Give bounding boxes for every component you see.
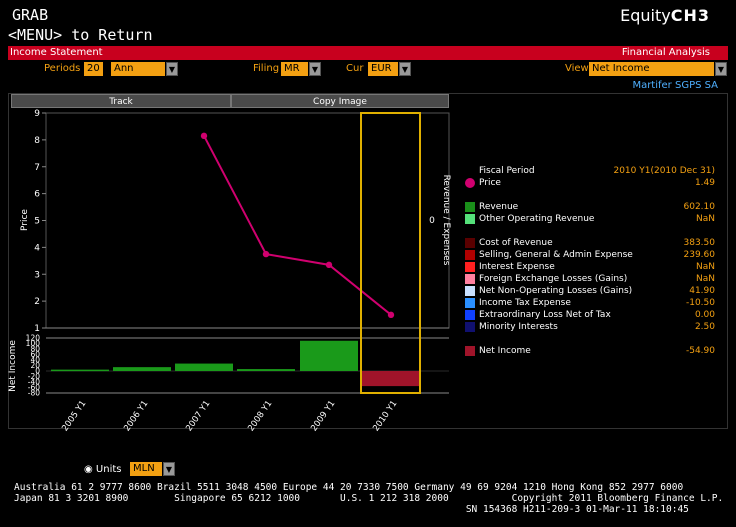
fiscal-period-label: Fiscal Period [479,166,535,176]
legend-swatch-icon [465,274,475,284]
legend-item: Other Operating Revenue NaN [465,213,715,225]
price-point[interactable] [200,132,208,140]
price-tick-label: 1 [34,324,40,334]
legend-item: Cost of Revenue 383.50 [465,237,715,249]
units-dropdown-icon[interactable]: ▼ [163,462,175,476]
x-axis-label: 2010 Y1 [371,399,399,433]
legend-item: Net Income -54.90 [465,345,715,357]
legend-item-name: Foreign Exchange Losses (Gains) [479,274,628,284]
legend-item-value: 0.00 [694,310,715,320]
units-select[interactable]: MLN [130,462,162,476]
legend-item-name: Income Tax Expense [479,298,571,308]
price-tick-label: 7 [34,163,40,173]
net-income-bar[interactable] [362,371,420,387]
price-axis-label: Price [20,209,30,231]
legend-item: Foreign Exchange Losses (Gains) NaN [465,273,715,285]
legend-item-value: 2.50 [694,322,715,332]
legend-swatch-icon [465,214,475,224]
legend-swatch-icon [465,310,475,320]
legend-swatch-icon [465,286,475,296]
legend-item-value: -54.90 [685,346,715,356]
legend-swatch-icon [465,298,475,308]
price-tick-label: 4 [34,243,40,253]
net-income-bar[interactable] [237,369,295,371]
revenue-expenses-axis-label: Revenue / Expenses [441,175,451,266]
legend-item-name: Selling, General & Admin Expense [479,250,633,260]
net-income-bar[interactable] [113,367,171,371]
legend-item-name: Minority Interests [479,322,558,332]
units-control: ◉ Units [84,464,122,475]
legend-dot-icon [465,178,475,188]
net-income-bar[interactable] [175,363,233,371]
x-axis-label: 2006 Y1 [122,399,150,433]
legend-item-value: 239.60 [683,250,716,260]
legend-item-value: NaN [696,214,715,224]
legend-swatch-icon [465,238,475,248]
x-axis-label: 2009 Y1 [309,399,337,433]
legend-item-value: 383.50 [683,238,716,248]
legend-item: Minority Interests 2.50 [465,321,715,333]
net-income-axis-label: Net Income [8,340,18,392]
legend-item-name: Price [479,178,501,188]
legend-swatch-icon [465,250,475,260]
units-label: Units [95,464,122,475]
price-tick-label: 6 [34,190,40,200]
legend-item-value: 1.49 [694,178,715,188]
footer: Australia 61 2 9777 8600 Brazil 5511 304… [14,482,723,515]
legend-fiscal-period: Fiscal Period 2010 Y1(2010 Dec 31) [465,165,715,177]
legend-item: Interest Expense NaN [465,261,715,273]
legend-item-name: Interest Expense [479,262,555,272]
legend-item: Net Non-Operating Losses (Gains) 41.90 [465,285,715,297]
x-axis-label: 2008 Y1 [246,399,274,433]
legend-item-value: NaN [696,262,715,272]
price-line [203,135,392,316]
legend-swatch-icon [465,322,475,332]
footer-contacts-line2: Japan 81 3 3201 8900 Singapore 65 6212 1… [14,493,724,504]
legend-swatch-icon [465,202,475,212]
footer-contacts-line1: Australia 61 2 9777 8600 Brazil 5511 304… [14,482,684,493]
legend-item-value: -10.50 [685,298,715,308]
price-point[interactable] [387,311,395,319]
revenue-expenses-zero-label: 0 [429,216,435,226]
net-income-bar[interactable] [300,340,358,371]
legend-item-name: Cost of Revenue [479,238,553,248]
price-point[interactable] [262,250,270,258]
units-radio-icon[interactable]: ◉ [84,464,93,475]
legend-item-value: 602.10 [683,202,716,212]
footer-serial-line: SN 154368 H211-209-3 01-Mar-11 18:10:45 [14,504,689,515]
price-tick-label: 2 [34,297,40,307]
price-tick-label: 9 [34,109,40,119]
financial-chart: 123456789 120100806040200-20-40-60-80 20… [8,109,451,433]
legend-item-name: Other Operating Revenue [479,214,595,224]
net-income-tick-label: -80 [28,389,40,398]
legend-item-value: NaN [696,274,715,284]
legend-item-name: Extraordinary Loss Net of Tax [479,310,611,320]
price-tick-label: 3 [34,270,40,280]
legend-swatch-icon [465,262,475,272]
legend-item: Revenue 602.10 [465,201,715,213]
legend-item-name: Revenue [479,202,519,212]
net-income-bar[interactable] [51,369,109,372]
legend-item: Income Tax Expense -10.50 [465,297,715,309]
legend-item: Price 1.49 [465,177,715,189]
price-tick-label: 5 [34,217,40,227]
price-tick-label: 8 [34,136,40,146]
fiscal-period-value: 2010 Y1(2010 Dec 31) [613,166,715,176]
legend-item: Selling, General & Admin Expense 239.60 [465,249,715,261]
legend-item-value: 41.90 [689,286,715,296]
price-point[interactable] [325,261,333,269]
x-axis-label: 2007 Y1 [184,399,212,433]
legend-item: Extraordinary Loss Net of Tax 0.00 [465,309,715,321]
selected-period-highlight[interactable] [360,112,421,394]
legend-swatch-icon [465,346,475,356]
legend-item-name: Net Non-Operating Losses (Gains) [479,286,633,296]
x-axis-label: 2005 Y1 [60,399,88,433]
legend-item-name: Net Income [479,346,531,356]
